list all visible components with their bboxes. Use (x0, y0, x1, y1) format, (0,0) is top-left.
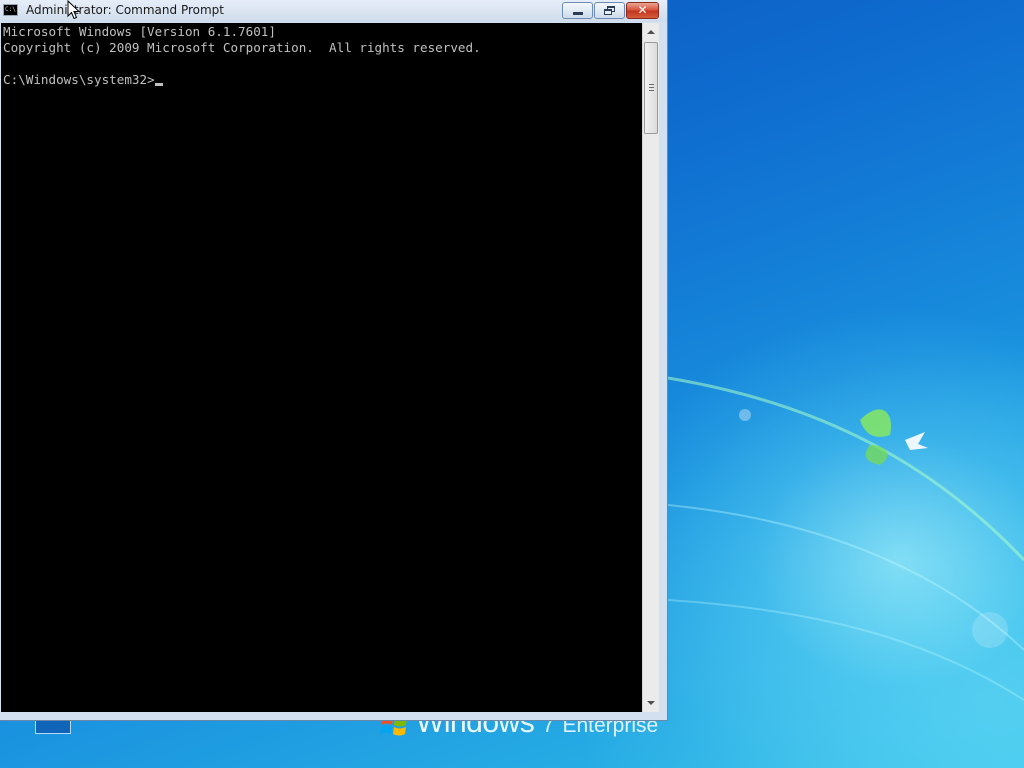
scroll-down-arrow-icon[interactable] (643, 695, 659, 712)
command-prompt-icon[interactable]: C:\ (3, 4, 18, 16)
command-prompt-window[interactable]: C:\ Administrator: Command Prompt ✕ Micr… (0, 0, 668, 721)
console-prompt-line[interactable]: C:\Windows\system32> (3, 72, 163, 88)
console-output[interactable]: Microsoft Windows [Version 6.1.7601] Cop… (1, 23, 642, 712)
mouse-pointer-icon (67, 0, 81, 20)
app-icon-text: C:\ (5, 6, 16, 13)
window-frame-bottom[interactable] (0, 712, 667, 720)
console-line-copyright: Copyright (c) 2009 Microsoft Corporation… (3, 40, 481, 55)
minimize-icon (573, 12, 583, 15)
console-prompt: C:\Windows\system32> (3, 72, 155, 87)
grip-icon (649, 84, 654, 91)
restore-icon (604, 6, 616, 15)
close-icon: ✕ (637, 3, 648, 17)
console-line-version: Microsoft Windows [Version 6.1.7601] (3, 24, 276, 39)
text-cursor (154, 83, 163, 86)
window-title: Administrator: Command Prompt (26, 3, 224, 17)
title-bar[interactable]: C:\ Administrator: Command Prompt ✕ (0, 0, 667, 22)
close-button[interactable]: ✕ (626, 2, 659, 19)
vertical-scrollbar[interactable] (642, 23, 659, 712)
scroll-up-arrow-icon[interactable] (643, 23, 659, 40)
restore-button[interactable] (594, 2, 625, 19)
scroll-thumb[interactable] (644, 42, 658, 134)
minimize-button[interactable] (562, 2, 593, 19)
